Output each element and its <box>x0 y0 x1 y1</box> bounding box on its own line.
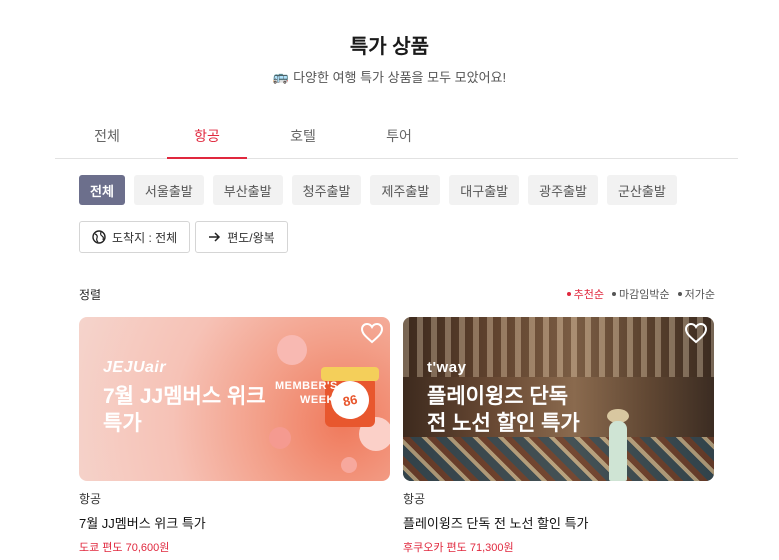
chip-seoul[interactable]: 서울출발 <box>133 175 204 205</box>
trip-type-filter-button[interactable]: 편도/왕복 <box>195 221 288 253</box>
tab-hotel[interactable]: 호텔 <box>255 118 351 158</box>
destination-filter-label: 도착지 : 전체 <box>112 230 178 245</box>
destination-filter-button[interactable]: 도착지 : 전체 <box>79 221 191 253</box>
heart-icon[interactable] <box>684 322 708 349</box>
airline-logo: JEJUair <box>103 359 167 376</box>
sort-recommended[interactable]: 추천순 <box>566 286 604 302</box>
product-card[interactable]: t'way 플레이윙즈 단독 전 노선 할인 특가 항공 플레이윙즈 단독 전 … <box>403 317 714 555</box>
sort-deadline[interactable]: 마감임박순 <box>612 286 670 302</box>
product-price: 후쿠오카 편도 71,300원 <box>403 542 514 554</box>
chip-cheongju[interactable]: 청주출발 <box>291 175 362 205</box>
product-price: 도쿄 편도 70,600원 <box>79 542 170 554</box>
departure-chips: 전체 서울출발 부산출발 청주출발 제주출발 대구출발 광주출발 군산출발 <box>79 175 677 205</box>
image-title: 7월 JJ멤버스 위크 특가 <box>103 385 266 435</box>
globe-icon <box>92 230 106 244</box>
chip-gunsan[interactable]: 군산출발 <box>606 175 677 205</box>
tab-flight[interactable]: 항공 <box>159 118 255 159</box>
product-category: 항공 <box>403 492 426 506</box>
product-name[interactable]: 플레이윙즈 단독 전 노선 할인 특가 <box>403 513 714 532</box>
chip-busan[interactable]: 부산출발 <box>212 175 283 205</box>
page-subtitle: 🚌 다양한 여행 특가 상품을 모두 모았어요! <box>0 67 779 86</box>
bus-icon: 🚌 <box>272 68 290 84</box>
sort-lowest-price[interactable]: 저가순 <box>677 286 715 302</box>
sort-label: 정렬 <box>79 288 102 302</box>
product-name[interactable]: 7월 JJ멤버스 위크 특가 <box>79 513 390 532</box>
product-image[interactable]: 86 MEMBER'S WEEK JEJUair 7월 JJ멤버스 위크 특가 <box>79 317 390 481</box>
airline-logo: t'way <box>427 359 467 376</box>
page-title: 특가 상품 <box>349 36 430 58</box>
tab-all[interactable]: 전체 <box>55 118 159 158</box>
product-card[interactable]: 86 MEMBER'S WEEK JEJUair 7월 JJ멤버스 위크 특가 … <box>79 317 390 555</box>
subtitle-text: 다양한 여행 특가 상품을 모두 모았어요! <box>293 70 507 85</box>
chip-gwangju[interactable]: 광주출발 <box>528 175 598 205</box>
tab-tour[interactable]: 투어 <box>351 118 447 158</box>
chip-daegu[interactable]: 대구출발 <box>449 175 520 205</box>
image-title: 플레이윙즈 단독 전 노선 할인 특가 <box>427 385 580 435</box>
sort-options: 추천순 마감임박순 저가순 <box>566 286 715 302</box>
category-tabs: 전체 항공 호텔 투어 <box>55 118 738 159</box>
product-category: 항공 <box>79 492 102 506</box>
filter-bar: 도착지 : 전체 편도/왕복 <box>79 221 288 253</box>
product-image[interactable]: t'way 플레이윙즈 단독 전 노선 할인 특가 <box>403 317 714 481</box>
trip-type-filter-label: 편도/왕복 <box>227 230 275 245</box>
chip-all[interactable]: 전체 <box>79 175 125 205</box>
arrow-right-icon <box>208 231 221 243</box>
heart-icon[interactable] <box>360 322 384 349</box>
chip-jeju[interactable]: 제주출발 <box>370 175 441 205</box>
